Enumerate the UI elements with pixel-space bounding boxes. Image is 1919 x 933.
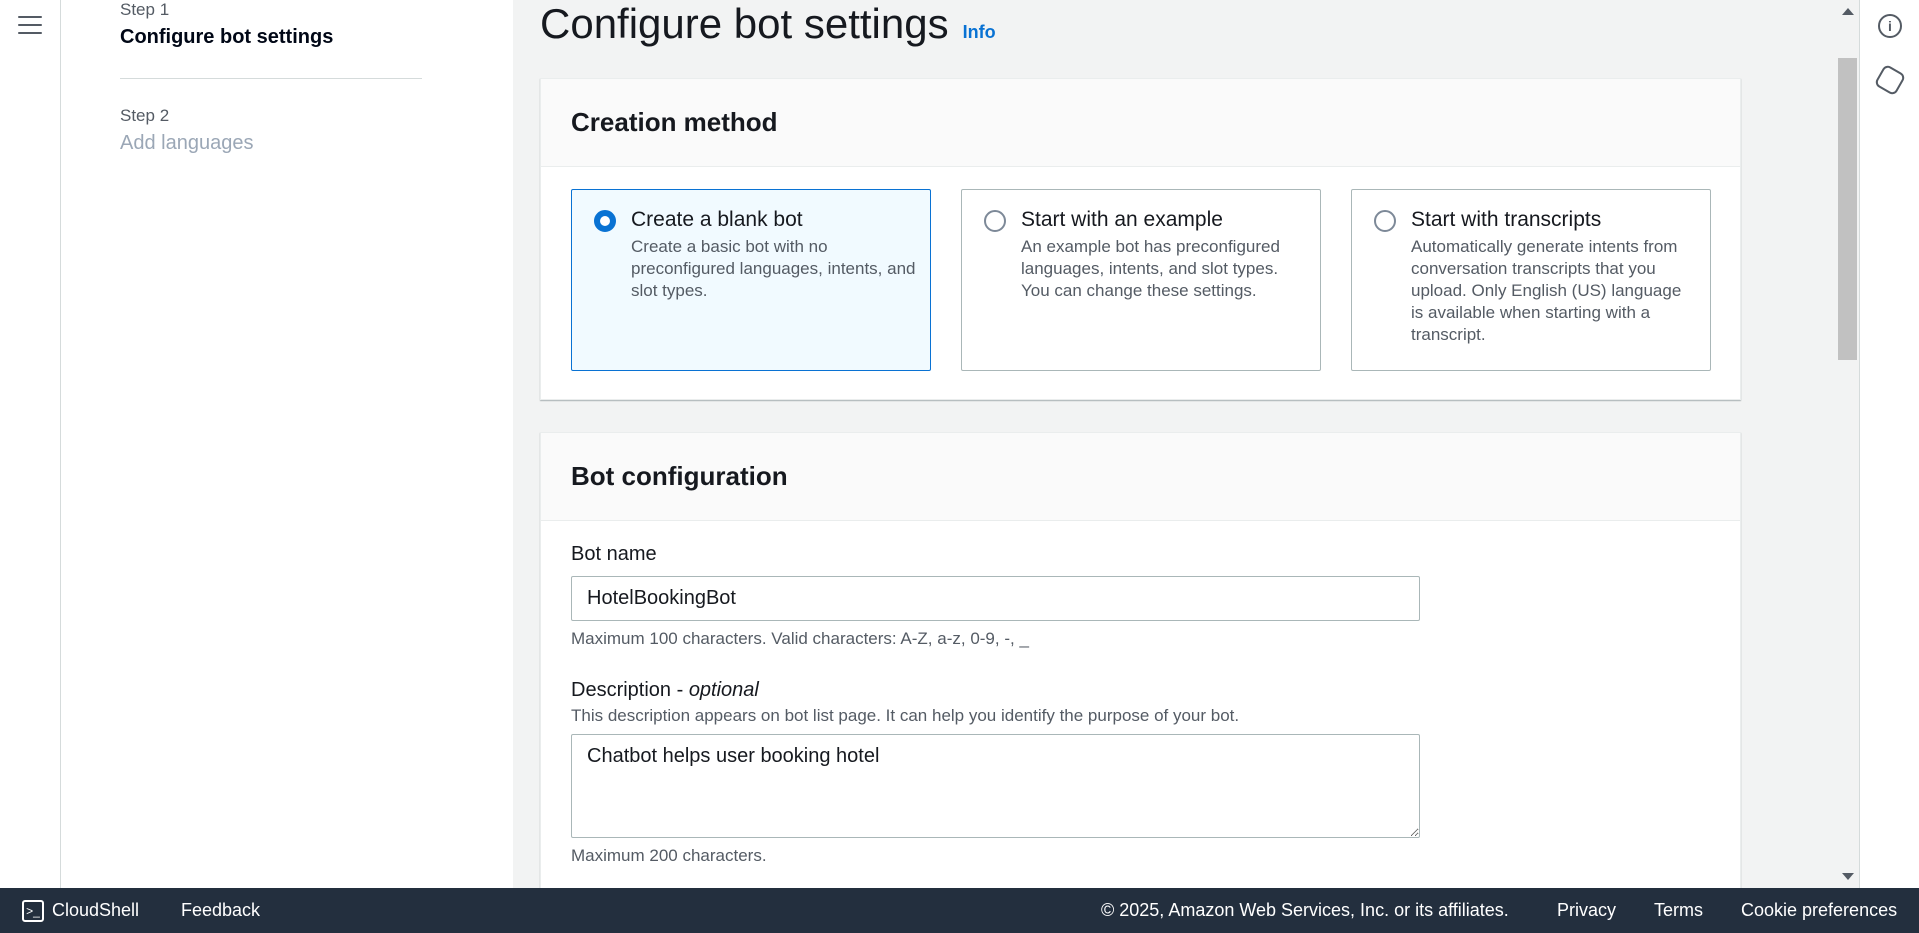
description-label: Description - optional xyxy=(571,679,1420,702)
bot-name-label: Bot name xyxy=(571,543,657,565)
tile-example-bot[interactable]: Start with an example An example bot has… xyxy=(961,189,1321,371)
cloudshell-button[interactable]: >_ CloudShell xyxy=(22,900,140,923)
bot-config-form: Bot name Maximum 100 characters. Valid c… xyxy=(571,543,1420,866)
description-textarea[interactable]: Chatbot helps user booking hotel xyxy=(571,734,1420,838)
terms-link[interactable]: Terms xyxy=(1654,900,1703,921)
info-link[interactable]: Info xyxy=(963,22,996,43)
terminal-icon: >_ xyxy=(22,900,44,923)
description-label-text: Description - xyxy=(571,679,689,701)
tile-description: Create a basic bot with no preconfigured… xyxy=(631,237,916,300)
creation-method-panel: Creation method Create a blank bot Creat… xyxy=(540,78,1741,400)
step-title: Configure bot settings xyxy=(120,26,334,48)
main-content: Configure bot settings Info Creation met… xyxy=(513,0,1859,888)
tile-transcripts[interactable]: Start with transcripts Automatically gen… xyxy=(1351,189,1711,371)
radio-button[interactable] xyxy=(1374,210,1396,232)
cloudshell-label: CloudShell xyxy=(52,900,140,920)
page-header: Configure bot settings Info xyxy=(540,0,996,48)
panel-title: Creation method xyxy=(541,79,1740,167)
bot-name-constraint: Maximum 100 characters. Valid characters… xyxy=(571,629,1029,648)
description-help: This description appears on bot list pag… xyxy=(571,706,1240,725)
tile-blank-bot[interactable]: Create a blank bot Create a basic bot wi… xyxy=(571,189,931,371)
panel-title: Bot configuration xyxy=(541,433,1740,521)
step-title: Add languages xyxy=(120,132,254,154)
wizard-steps: Step 1 Configure bot settings Step 2 Add… xyxy=(61,0,541,888)
radio-button[interactable] xyxy=(594,210,616,232)
tile-title: Start with an example xyxy=(1021,208,1223,231)
footer-bar: >_ CloudShell Feedback © 2025, Amazon Web… xyxy=(0,888,1919,933)
step-number: Step 2 xyxy=(120,106,170,125)
step-1[interactable]: Step 1 Configure bot settings xyxy=(120,0,333,49)
step-2: Step 2 Add languages xyxy=(120,106,253,155)
right-tools-rail: i xyxy=(1859,0,1919,888)
tile-description: Automatically generate intents from conv… xyxy=(1411,237,1682,344)
page-title: Configure bot settings xyxy=(540,0,949,47)
left-nav-rail xyxy=(0,0,61,888)
copyright-text: © 2025, Amazon Web Services, Inc. or its… xyxy=(1101,900,1509,920)
info-icon[interactable]: i xyxy=(1878,14,1902,38)
scroll-down-arrow-icon[interactable] xyxy=(1842,873,1854,880)
radio-button[interactable] xyxy=(984,210,1006,232)
step-divider xyxy=(120,78,422,79)
bot-configuration-panel: Bot configuration Bot name Maximum 100 c… xyxy=(540,432,1741,888)
scroll-thumb[interactable] xyxy=(1838,58,1857,360)
vertical-scrollbar[interactable] xyxy=(1836,0,1859,888)
privacy-link[interactable]: Privacy xyxy=(1557,900,1616,921)
cookie-preferences-link[interactable]: Cookie preferences xyxy=(1741,900,1897,921)
tile-title: Start with transcripts xyxy=(1411,208,1602,231)
scroll-up-arrow-icon[interactable] xyxy=(1842,8,1854,15)
feedback-link[interactable]: Feedback xyxy=(181,900,260,921)
hamburger-menu-icon[interactable] xyxy=(18,16,42,38)
creation-method-tiles: Create a blank bot Create a basic bot wi… xyxy=(571,189,1711,371)
description-constraint: Maximum 200 characters. xyxy=(571,846,767,865)
hexagon-icon[interactable] xyxy=(1873,63,1907,97)
step-number: Step 1 xyxy=(120,0,170,19)
tile-title: Create a blank bot xyxy=(631,208,803,231)
bot-name-input[interactable] xyxy=(571,576,1420,621)
optional-tag: optional xyxy=(688,679,759,701)
tile-description: An example bot has preconfigured languag… xyxy=(1021,237,1280,300)
